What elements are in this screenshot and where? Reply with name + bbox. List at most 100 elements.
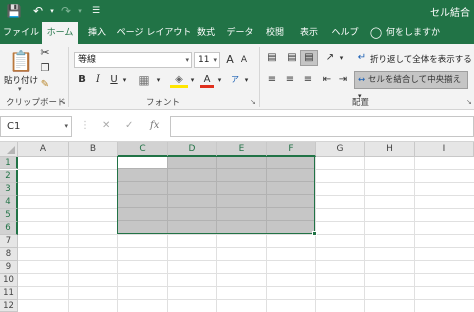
column-header-c[interactable]: C	[118, 142, 168, 157]
name-box-value: C1	[7, 121, 21, 132]
row-header-3[interactable]: 3	[0, 183, 18, 196]
align-top-icon[interactable]: ▤	[264, 50, 280, 66]
row-header-11[interactable]: 11	[0, 287, 18, 300]
font-name-select[interactable]: 等線 ▾	[74, 52, 192, 68]
font-size-select[interactable]: 11 ▾	[194, 52, 220, 68]
row-header-10[interactable]: 10	[0, 274, 18, 287]
font-group-label: フォント	[146, 98, 181, 108]
tab-help[interactable]: ヘルプ	[330, 22, 360, 44]
ribbon-tabs: ファイル ホーム 挿入 ページ レイアウト 数式 データ 校閲 表示 ヘルプ ◯…	[0, 22, 474, 44]
tab-page-layout[interactable]: ページ レイアウト	[116, 22, 192, 44]
row-header-4[interactable]: 4	[0, 196, 18, 209]
borders-dropdown-icon[interactable]: ▾	[155, 72, 162, 88]
underline-button[interactable]: U	[108, 72, 120, 88]
name-box[interactable]: C1 ▾	[0, 116, 72, 137]
underline-dropdown-icon[interactable]: ▾	[121, 72, 128, 88]
chevron-down-icon: ▾	[185, 56, 189, 64]
row-header-12[interactable]: 12	[0, 300, 18, 312]
copy-icon[interactable]: ❐	[38, 61, 52, 77]
formula-bar: C1 ▾ ⋮ ✕ ✓ fx	[0, 110, 474, 142]
active-cell[interactable]	[118, 157, 167, 168]
customize-qat-icon[interactable]: ☰	[88, 3, 104, 19]
align-right-icon[interactable]: ≡	[300, 72, 316, 88]
group-separator	[68, 47, 69, 107]
borders-icon[interactable]: ▦	[134, 72, 154, 88]
row-header-6[interactable]: 6	[0, 222, 18, 235]
row-header-7[interactable]: 7	[0, 235, 18, 248]
column-header-d[interactable]: D	[168, 142, 217, 157]
merge-icon: ↔	[358, 75, 366, 85]
tell-me-box[interactable]: 何をしますか	[386, 22, 456, 44]
cut-icon[interactable]: ✂	[38, 45, 52, 61]
font-color-dropdown-icon[interactable]: ▾	[216, 72, 223, 88]
paste-icon[interactable]: 📋	[8, 47, 34, 75]
column-header-b[interactable]: B	[69, 142, 118, 157]
row-header-5[interactable]: 5	[0, 209, 18, 222]
format-painter-icon[interactable]: ✎	[38, 77, 52, 93]
align-bottom-icon[interactable]: ▤	[300, 50, 318, 66]
clipboard-group-label: クリップボード	[6, 98, 66, 108]
paste-dropdown-icon[interactable]: ▾	[18, 85, 22, 93]
align-middle-icon[interactable]: ▤	[284, 50, 300, 66]
column-header-g[interactable]: G	[316, 142, 365, 157]
lightbulb-icon[interactable]: ◯	[368, 22, 384, 44]
tab-formulas[interactable]: 数式	[194, 22, 218, 44]
column-header-a[interactable]: A	[18, 142, 69, 157]
tab-file[interactable]: ファイル	[2, 22, 40, 44]
fill-color-icon[interactable]: ◈	[170, 72, 188, 88]
select-all-button[interactable]	[0, 142, 18, 157]
chevron-down-icon: ▾	[213, 56, 217, 64]
formula-input[interactable]	[170, 116, 474, 137]
align-center-icon[interactable]: ≡	[282, 72, 298, 88]
save-icon[interactable]: 💾	[6, 3, 22, 19]
tab-review[interactable]: 校閲	[260, 22, 290, 44]
phonetic-guide-icon[interactable]: ア	[228, 72, 242, 88]
wrap-text-button[interactable]: 折り返して全体を表示する	[370, 53, 472, 65]
tab-view[interactable]: 表示	[296, 22, 322, 44]
alignment-group-label: 配置	[352, 98, 370, 108]
selection-gridlines	[118, 157, 314, 233]
italic-button[interactable]: I	[92, 72, 104, 88]
row-header-8[interactable]: 8	[0, 248, 18, 261]
column-header-h[interactable]: H	[365, 142, 415, 157]
merge-center-button[interactable]: ↔ セルを結合して中央揃え ▾	[354, 71, 468, 100]
alignment-launcher-icon[interactable]: ↘	[466, 98, 472, 106]
font-launcher-icon[interactable]: ↘	[250, 98, 256, 106]
decrease-indent-icon[interactable]: ⇤	[320, 72, 334, 88]
column-header-e[interactable]: E	[217, 142, 267, 157]
increase-indent-icon[interactable]: ⇥	[336, 72, 350, 88]
redo-dropdown-icon[interactable]: ▾	[72, 3, 88, 19]
chevron-down-icon: ▾	[64, 122, 68, 130]
fill-color-dropdown-icon[interactable]: ▾	[189, 72, 196, 88]
row-header-1[interactable]: 1	[0, 157, 18, 169]
row-header-9[interactable]: 9	[0, 261, 18, 274]
row-header-2[interactable]: 2	[0, 170, 18, 183]
font-name-value: 等線	[78, 55, 97, 65]
column-header-f[interactable]: F	[267, 142, 316, 157]
orientation-dropdown-icon[interactable]: ▾	[338, 50, 345, 66]
merge-center-label: セルを結合して中央揃え	[367, 75, 462, 85]
tab-home[interactable]: ホーム	[42, 22, 78, 44]
insert-function-button[interactable]: fx	[150, 120, 159, 131]
phonetic-dropdown-icon[interactable]: ▾	[243, 72, 250, 88]
window-title: セル結合	[430, 8, 470, 19]
tab-insert[interactable]: 挿入	[82, 22, 112, 44]
fill-handle[interactable]	[312, 231, 317, 236]
bold-button[interactable]: B	[76, 72, 88, 88]
grow-font-button[interactable]: A	[224, 52, 236, 68]
font-size-value: 11	[198, 55, 210, 65]
enter-icon[interactable]: ✓	[125, 120, 133, 131]
ribbon-home: 📋 貼り付け ▾ ✂ ❐ ✎ クリップボード ↘ 等線 ▾ 11 ▾ A A B…	[0, 44, 474, 110]
font-color-icon[interactable]: A	[200, 72, 214, 88]
column-header-i[interactable]: I	[415, 142, 474, 157]
title-bar: 💾 ↶ ▾ ↷ ▾ ☰ セル結合	[0, 0, 474, 22]
cancel-icon[interactable]: ✕	[102, 120, 110, 131]
wrap-text-icon[interactable]: ↵	[355, 50, 369, 66]
orientation-icon[interactable]: ↗	[322, 50, 338, 66]
group-separator	[259, 47, 260, 107]
tab-data[interactable]: データ	[226, 22, 254, 44]
align-left-icon[interactable]: ≡	[264, 72, 280, 88]
more-icon: ⋮	[80, 120, 90, 131]
shrink-font-button[interactable]: A	[238, 52, 250, 68]
clipboard-launcher-icon[interactable]: ↘	[60, 98, 66, 106]
